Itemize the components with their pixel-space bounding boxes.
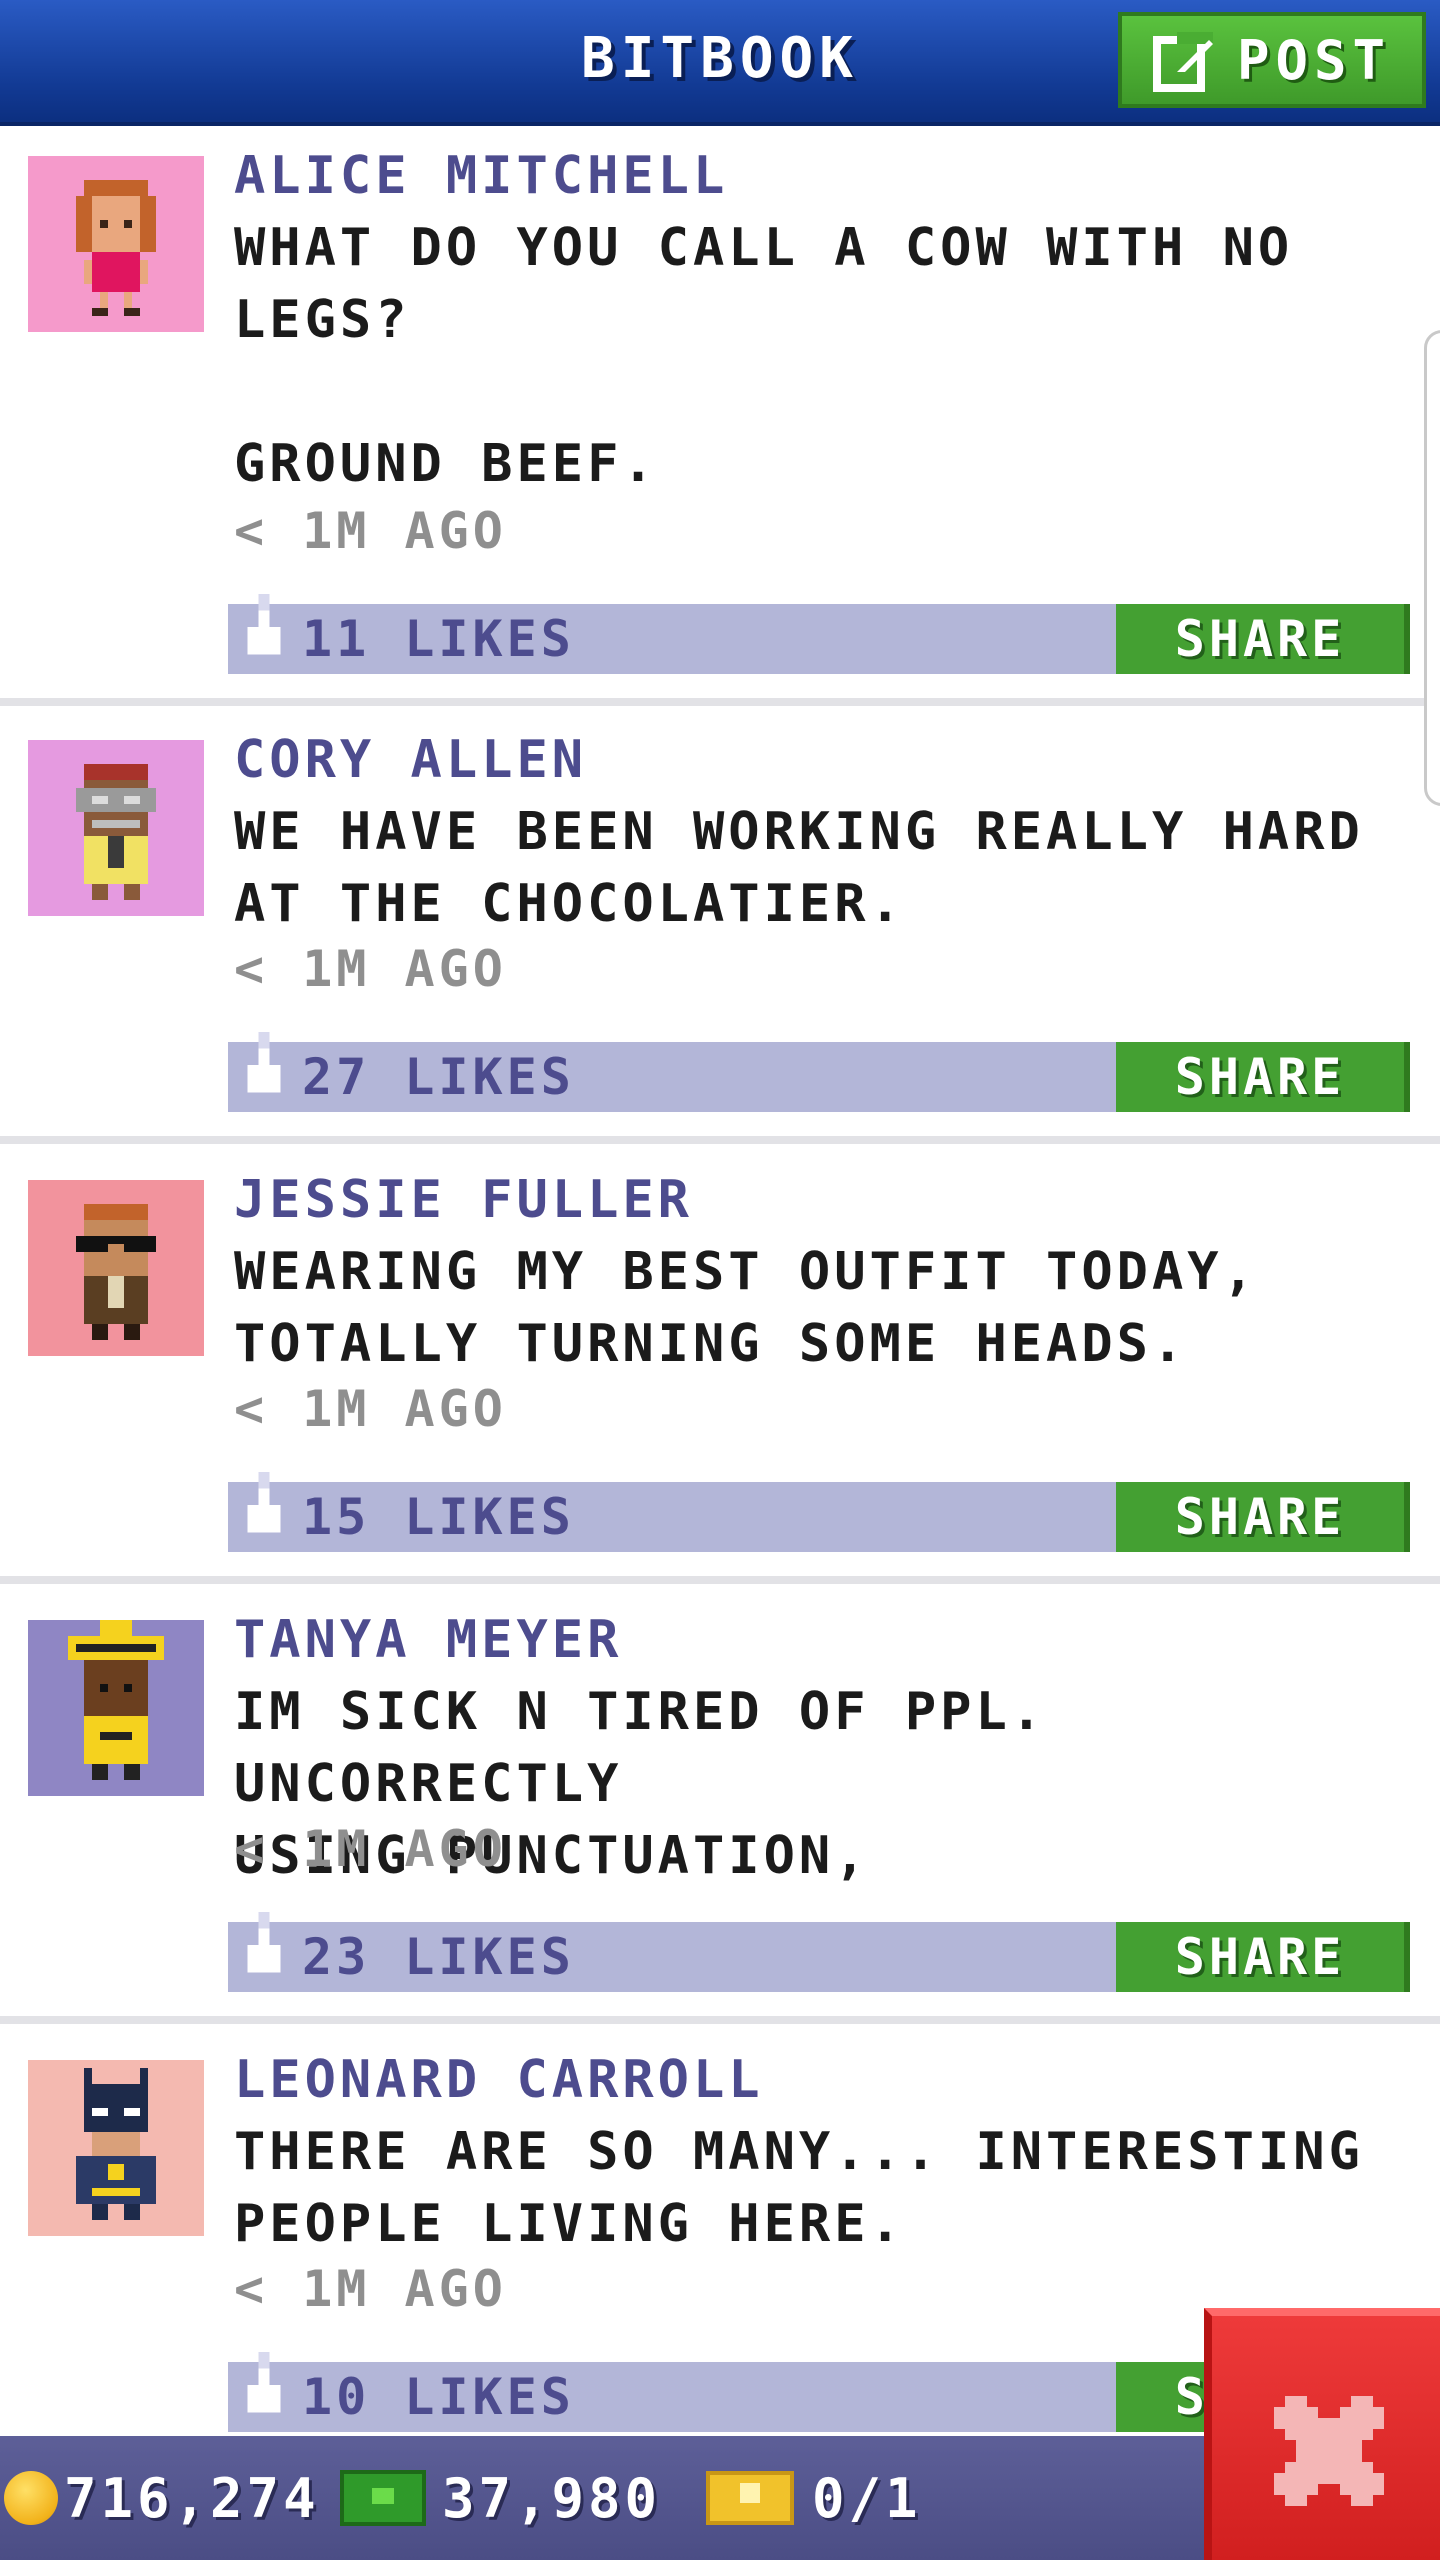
share-button[interactable]: SHARE: [1116, 1042, 1410, 1112]
close-icon: [1274, 2396, 1384, 2506]
thumbs-up-icon[interactable]: [242, 1470, 286, 1540]
edit-icon: [1152, 32, 1213, 92]
tickets-stat: 0/1: [706, 2464, 922, 2532]
likes-count: 27 LIKES: [302, 1048, 575, 1106]
post-time: < 1M AGO: [234, 1820, 507, 1878]
post-time: < 1M AGO: [234, 2260, 507, 2318]
post-message: THERE ARE SO MANY... INTERESTING PEOPLE …: [234, 2122, 1364, 2254]
post-button[interactable]: POST: [1118, 12, 1426, 108]
likes-count: 23 LIKES: [302, 1928, 575, 1986]
top-bar: BITBOOK POST: [0, 0, 1440, 126]
share-button[interactable]: SHARE: [1116, 1922, 1410, 1992]
post-author[interactable]: CORY ALLEN: [234, 730, 587, 790]
thumbs-up-icon[interactable]: [242, 1030, 286, 1100]
avatar: [28, 1180, 204, 1356]
post-divider: [0, 1576, 1440, 1584]
scrollbar[interactable]: [1424, 330, 1440, 806]
tickets-value: 0/1: [812, 2466, 922, 2530]
coins-stat: 716,274: [4, 2464, 320, 2532]
post-author[interactable]: JESSIE FULLER: [234, 1170, 693, 1230]
likes-count: 11 LIKES: [302, 610, 575, 668]
thumbs-up-icon[interactable]: [242, 1910, 286, 1980]
post-divider: [0, 2016, 1440, 2024]
like-bar: 11 LIKES SHARE: [228, 594, 1410, 674]
post-time: < 1M AGO: [234, 502, 507, 560]
like-bar: 27 LIKES SHARE: [228, 1032, 1410, 1112]
ticket-icon: [706, 2471, 794, 2525]
likes-count: 10 LIKES: [302, 2368, 575, 2426]
coin-icon: [4, 2471, 58, 2525]
coins-value: 716,274: [64, 2466, 320, 2530]
avatar: [28, 1620, 204, 1796]
avatar: [28, 156, 204, 332]
like-bar: 23 LIKES SHARE: [228, 1912, 1410, 1992]
thumbs-up-icon[interactable]: [242, 592, 286, 662]
post-time: < 1M AGO: [234, 1380, 507, 1438]
bux-value: 37,980: [442, 2466, 662, 2530]
close-button[interactable]: [1204, 2308, 1440, 2560]
post-message: WHAT DO YOU CALL A COW WITH NO LEGS? GRO…: [234, 218, 1294, 494]
avatar: [28, 2060, 204, 2236]
like-bar: 15 LIKES SHARE: [228, 1472, 1410, 1552]
thumbs-up-icon[interactable]: [242, 2350, 286, 2420]
post-message: WEARING MY BEST OUTFIT TODAY, TOTALLY TU…: [234, 1242, 1258, 1374]
bux-stat: 37,980: [340, 2464, 661, 2532]
post-author[interactable]: TANYA MEYER: [234, 1610, 622, 1670]
post-message: WE HAVE BEEN WORKING REALLY HARD AT THE …: [234, 802, 1364, 934]
share-button[interactable]: SHARE: [1116, 604, 1410, 674]
post-author[interactable]: ALICE MITCHELL: [234, 146, 728, 206]
bux-icon: [340, 2470, 426, 2526]
post-button-label: POST: [1236, 28, 1392, 92]
post-divider: [0, 698, 1440, 706]
post-divider: [0, 1136, 1440, 1144]
likes-count: 15 LIKES: [302, 1488, 575, 1546]
post-author[interactable]: LEONARD CARROLL: [234, 2050, 764, 2110]
share-button[interactable]: SHARE: [1116, 1482, 1410, 1552]
post-time: < 1M AGO: [234, 940, 507, 998]
avatar: [28, 740, 204, 916]
